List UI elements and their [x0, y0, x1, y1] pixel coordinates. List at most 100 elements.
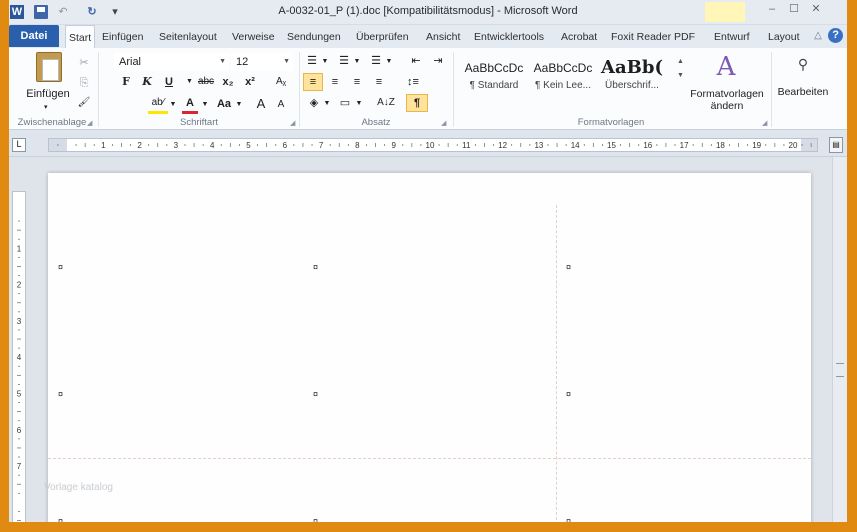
tab-start[interactable]: Start [65, 25, 96, 48]
increase-indent-button[interactable]: ⇥ [431, 53, 445, 69]
maximize-button[interactable]: ☐ [783, 2, 805, 15]
word-window: W ↶ ↻ ▾ A-0032-01_P (1).doc [Kompatibili… [9, 0, 847, 522]
highlight-color-button[interactable]: ab⁄ [148, 95, 168, 114]
tab-insert[interactable]: Einfügen [102, 25, 143, 47]
end-of-cell-mark[interactable]: ¤ [58, 389, 63, 399]
vertical-scrollbar[interactable] [832, 157, 847, 522]
bold-button[interactable]: F [119, 74, 133, 90]
align-left-button[interactable]: ≡ [303, 73, 323, 91]
ruler-number: 4 [210, 141, 215, 150]
center-button[interactable]: ≡ [327, 74, 343, 90]
cut-icon[interactable]: ✂ [77, 55, 91, 71]
justify-button[interactable]: ≡ [371, 74, 387, 90]
style-tile-no-spacing[interactable]: AaBbCcDc ¶ Kein Lee... [530, 56, 596, 100]
bullets-button[interactable]: ☰ [305, 53, 319, 69]
strikethrough-button[interactable]: abc [195, 74, 217, 90]
watermark-text: Vorlage katalog [44, 482, 113, 493]
paste-icon[interactable] [36, 52, 62, 82]
minimize-button[interactable]: – [761, 3, 783, 15]
end-of-cell-mark[interactable]: ¤ [566, 389, 571, 399]
change-case-button[interactable]: Aa [214, 96, 234, 112]
paragraph-launcher-icon[interactable]: ◢ [441, 119, 446, 127]
change-case-dropdown-icon[interactable]: ▼ [235, 97, 243, 113]
font-size-value: 12 [236, 56, 249, 68]
close-button[interactable]: ✕ [805, 2, 827, 15]
subscript-button[interactable]: x₂ [220, 74, 236, 90]
borders-dropdown-icon[interactable]: ▼ [355, 96, 363, 112]
underline-button[interactable]: U [162, 74, 176, 90]
style-tile-standard[interactable]: AaBbCcDc ¶ Standard [461, 56, 527, 100]
font-color-dropdown-icon[interactable]: ▼ [201, 97, 209, 113]
tab-developer[interactable]: Entwicklertools [474, 25, 544, 47]
multilevel-dropdown-icon[interactable]: ▼ [385, 54, 393, 70]
line-spacing-button[interactable]: ↕≡ [402, 74, 424, 90]
view-ruler-icon[interactable]: ▤ [829, 137, 843, 153]
tab-page-layout[interactable]: Seitenlayout [159, 25, 217, 47]
tab-view[interactable]: Ansicht [426, 25, 460, 47]
style-tile-heading[interactable]: AaBb( Überschrif... [599, 56, 665, 100]
font-launcher-icon[interactable]: ◢ [290, 119, 295, 127]
show-formatting-marks-button[interactable]: ¶ [406, 94, 428, 112]
decrease-indent-button[interactable]: ⇤ [409, 53, 423, 69]
style-gallery-scroll[interactable]: ▲ ▼ [677, 58, 687, 102]
change-styles-icon[interactable]: A [712, 53, 740, 81]
shrink-font-button[interactable]: A [275, 97, 287, 113]
paste-dropdown-icon[interactable]: ▾ [44, 100, 48, 116]
tab-references[interactable]: Verweise [232, 25, 275, 47]
numbering-button[interactable]: ☰ [337, 53, 351, 69]
ruler-number: 8 [355, 141, 360, 150]
numbering-dropdown-icon[interactable]: ▼ [353, 54, 361, 70]
font-size-combo[interactable]: 12 ▼ [231, 53, 293, 71]
tab-mailings[interactable]: Sendungen [287, 25, 341, 47]
binoculars-icon[interactable]: ⚲ [793, 56, 813, 76]
scrollbar-thumb[interactable] [836, 363, 844, 377]
vertical-ruler[interactable]: 1 2 3 4 5 6 7 [12, 191, 26, 522]
minimize-ribbon-icon[interactable]: △ [811, 30, 825, 41]
align-right-button[interactable]: ≡ [349, 74, 365, 90]
ruler-number: 6 [17, 426, 22, 435]
shading-dropdown-icon[interactable]: ▼ [323, 96, 331, 112]
style-name: ¶ Kein Lee... [535, 80, 591, 91]
shading-button[interactable]: ◈ [307, 95, 321, 111]
multilevel-list-button[interactable]: ☰ [369, 53, 383, 69]
change-styles-button[interactable]: Formatvorlagen ändern [687, 88, 767, 112]
editing-button[interactable]: Bearbeiten [773, 86, 833, 98]
font-family-combo[interactable]: Arial ▼ [114, 53, 229, 71]
tab-foxit-reader[interactable]: Foxit Reader PDF [611, 25, 695, 47]
tab-file[interactable]: Datei [9, 25, 59, 47]
horizontal-ruler[interactable]: 1 2 3 4 5 6 7 8 9 10 11 12 13 14 15 16 17 18 19 20 [48, 138, 818, 152]
grow-font-button[interactable]: A [254, 96, 268, 112]
style-sample: AaBbCcDc [464, 61, 524, 75]
end-of-cell-mark[interactable]: ¤ [58, 262, 63, 272]
bullets-dropdown-icon[interactable]: ▼ [321, 54, 329, 70]
clear-formatting-button[interactable]: Aᵪ [272, 74, 290, 90]
tab-acrobat[interactable]: Acrobat [561, 25, 597, 47]
end-of-cell-mark[interactable]: ¤ [313, 262, 318, 272]
help-area: △ ? [811, 28, 845, 46]
italic-button[interactable]: K [140, 74, 154, 90]
ruler-number: 14 [571, 141, 580, 150]
styles-launcher-icon[interactable]: ◢ [762, 119, 767, 127]
tab-selector[interactable]: L [12, 138, 26, 152]
font-color-button[interactable]: A [182, 95, 198, 114]
copy-icon[interactable]: ⎘ [77, 75, 91, 91]
highlight-dropdown-icon[interactable]: ▼ [169, 97, 177, 113]
end-of-cell-mark[interactable]: ¤ [566, 262, 571, 272]
ruler-number: 9 [391, 141, 396, 150]
help-icon[interactable]: ? [828, 28, 844, 43]
sort-button[interactable]: A↓Z [373, 95, 399, 111]
document-page[interactable]: ¤ ¤ ¤ ¤ ¤ ¤ ¤ ¤ ¤ Vorlage katalog [44, 173, 811, 522]
underline-dropdown-icon[interactable]: ▼ [185, 74, 194, 90]
superscript-button[interactable]: x² [242, 74, 258, 90]
end-of-cell-mark[interactable]: ¤ [58, 516, 63, 522]
end-of-cell-mark[interactable]: ¤ [313, 516, 318, 522]
tab-layout[interactable]: Layout [768, 25, 800, 47]
tab-design[interactable]: Entwurf [714, 25, 750, 47]
end-of-cell-mark[interactable]: ¤ [313, 389, 318, 399]
tab-review[interactable]: Überprüfen [356, 25, 409, 47]
format-painter-icon[interactable]: 🖌 [77, 95, 91, 111]
paste-button-label[interactable]: Einfügen [23, 88, 73, 100]
end-of-cell-mark[interactable]: ¤ [566, 516, 571, 522]
clipboard-launcher-icon[interactable]: ◢ [87, 119, 92, 127]
borders-button[interactable]: ▭ [338, 95, 352, 111]
